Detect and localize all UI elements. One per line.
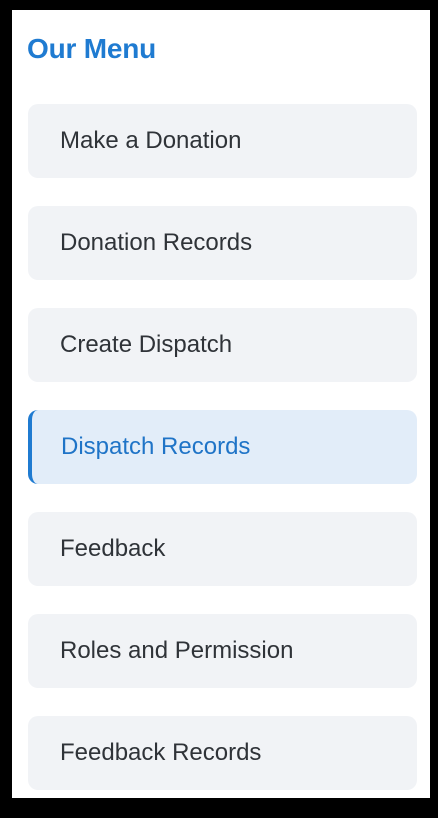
menu-item-create-dispatch[interactable]: Create Dispatch — [28, 308, 417, 382]
menu-item-donation-records[interactable]: Donation Records — [28, 206, 417, 280]
menu-title: Our Menu — [27, 33, 157, 64]
menu-list: Make a Donation Donation Records Create … — [28, 104, 417, 818]
menu-item-roles-and-permission[interactable]: Roles and Permission — [28, 614, 417, 688]
menu-item-make-a-donation[interactable]: Make a Donation — [28, 104, 417, 178]
menu-panel: Our Menu Make a Donation Donation Record… — [12, 10, 430, 798]
menu-item-feedback-records[interactable]: Feedback Records — [28, 716, 417, 790]
menu-item-feedback[interactable]: Feedback — [28, 512, 417, 586]
menu-item-dispatch-records[interactable]: Dispatch Records — [28, 410, 417, 484]
